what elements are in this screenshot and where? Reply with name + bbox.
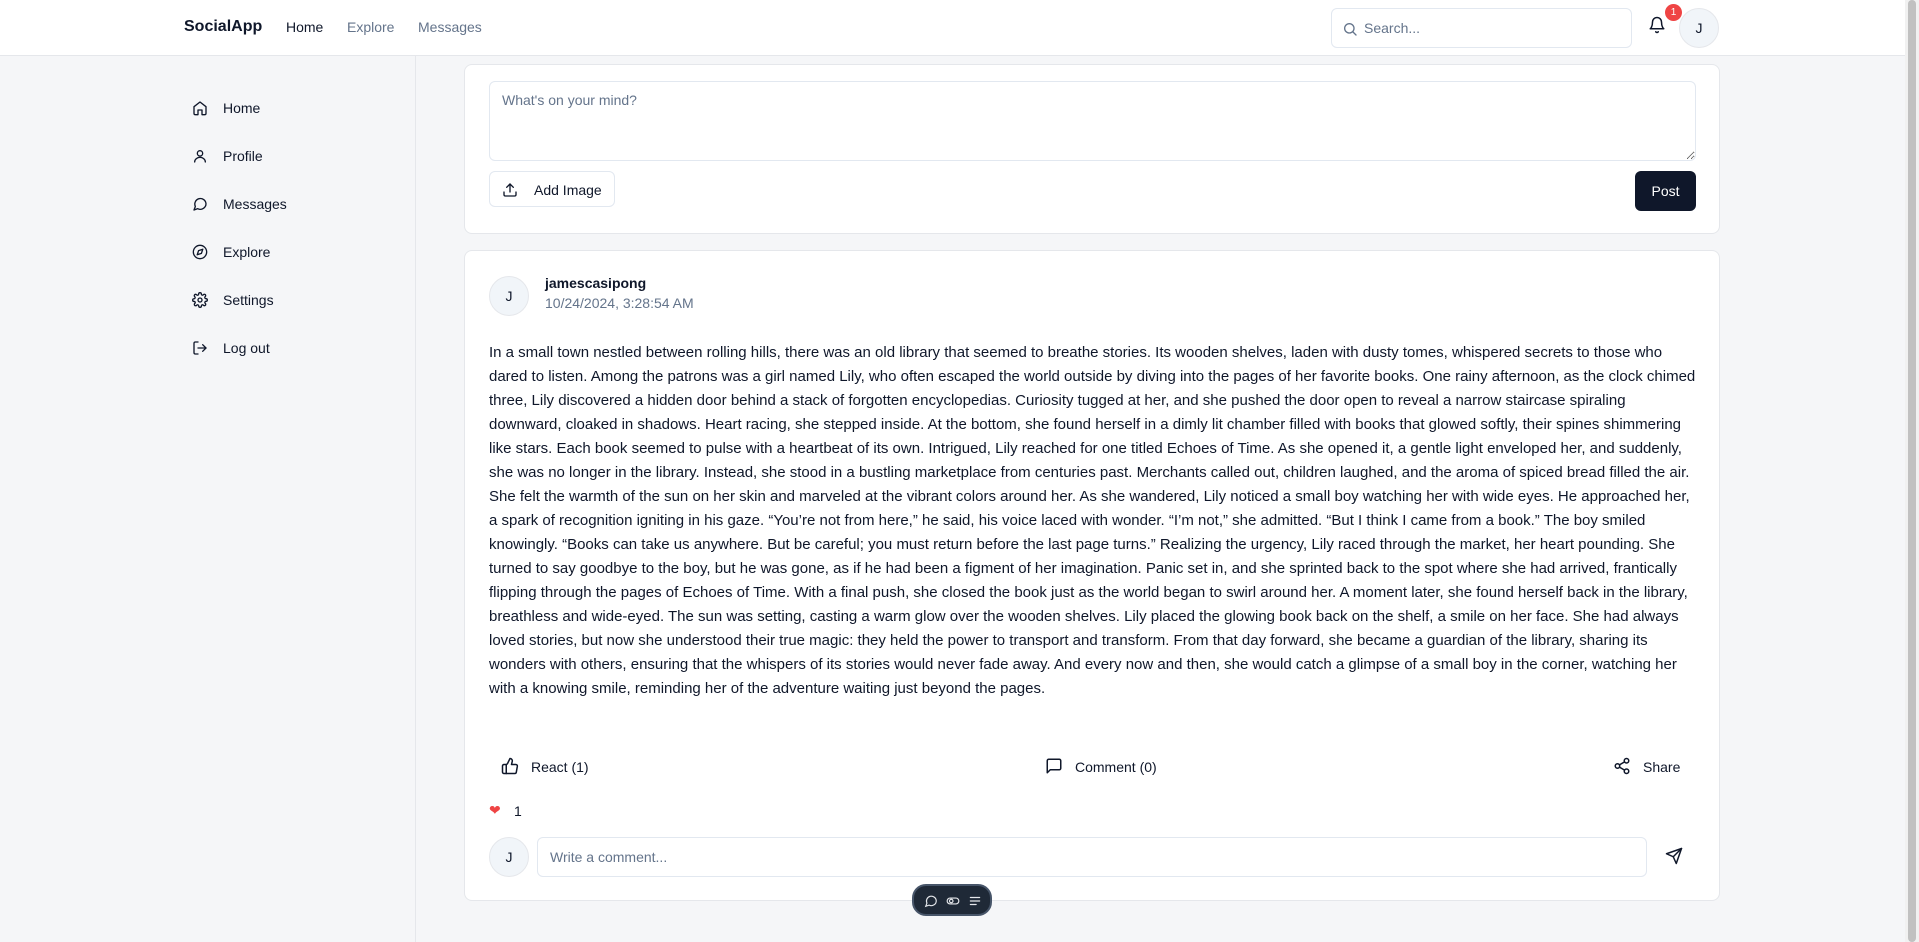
add-image-button[interactable]: Add Image <box>489 171 615 207</box>
sidebar-item-settings[interactable]: Settings <box>190 282 390 318</box>
floating-toolbar <box>912 884 992 916</box>
sidebar-item-label: Profile <box>223 148 263 164</box>
post-body: In a small town nestled between rolling … <box>489 344 1696 697</box>
sidebar-item-label: Settings <box>223 292 274 308</box>
post-textarea[interactable] <box>489 81 1696 161</box>
compass-icon <box>192 244 208 260</box>
toggle-icon[interactable] <box>946 894 960 913</box>
author-avatar[interactable]: J <box>489 276 529 316</box>
sidebar-item-label: Log out <box>223 340 270 356</box>
search-box <box>1331 8 1632 48</box>
send-icon <box>1665 847 1683 865</box>
bell-icon <box>1649 16 1665 34</box>
share-button[interactable]: Share <box>1613 751 1693 783</box>
sidebar-item-logout[interactable]: Log out <box>190 330 390 366</box>
chat-bubble-icon[interactable] <box>924 894 938 913</box>
sidebar: Home Profile Messages Explore Settings L… <box>0 56 416 942</box>
upload-icon <box>503 183 517 197</box>
sidebar-item-messages[interactable]: Messages <box>190 186 390 222</box>
scrollbar-thumb[interactable] <box>1908 0 1916 942</box>
add-image-label: Add Image <box>534 182 602 198</box>
react-button[interactable]: React (1) <box>501 751 611 783</box>
user-icon <box>194 150 206 163</box>
nav-messages-link[interactable]: Messages <box>418 19 482 35</box>
log-out-icon <box>193 341 207 355</box>
sidebar-item-home[interactable]: Home <box>190 90 390 126</box>
brand-logo[interactable]: SocialApp <box>184 18 262 36</box>
thumbs-up-icon <box>501 757 519 775</box>
post-button[interactable]: Post <box>1635 171 1696 211</box>
top-navbar: SocialApp Home Explore Messages 1 J <box>0 0 1905 56</box>
share-icon <box>1614 757 1630 775</box>
search-icon <box>1342 21 1358 42</box>
search-input[interactable] <box>1364 18 1624 38</box>
comment-button[interactable]: Comment (0) <box>1045 751 1175 783</box>
post-card: J jamescasipong 10/24/2024, 3:28:54 AM I… <box>464 250 1720 901</box>
share-label: Share <box>1643 759 1681 775</box>
nav-explore-link[interactable]: Explore <box>347 19 394 35</box>
sidebar-item-label: Explore <box>223 244 271 260</box>
post-timestamp: 10/24/2024, 3:28:54 AM <box>545 295 694 311</box>
send-comment-button[interactable] <box>1665 847 1683 870</box>
post-author[interactable]: jamescasipong <box>545 275 646 291</box>
post-composer: Add Image Post <box>464 64 1720 234</box>
comment-label: Comment (0) <box>1075 759 1157 775</box>
commenter-avatar: J <box>489 837 529 877</box>
home-icon <box>193 101 207 116</box>
message-circle-icon <box>193 197 207 211</box>
sidebar-item-label: Messages <box>223 196 287 212</box>
sliders-icon[interactable] <box>968 894 982 913</box>
heart-icon: ❤ <box>489 802 501 818</box>
reaction-count: 1 <box>514 803 522 819</box>
notification-count-badge: 1 <box>1665 4 1682 21</box>
user-avatar[interactable]: J <box>1679 8 1719 48</box>
comment-input[interactable] <box>537 837 1647 877</box>
comment-icon <box>1046 758 1062 774</box>
react-label: React (1) <box>531 759 589 775</box>
gear-icon <box>192 292 208 308</box>
sidebar-item-explore[interactable]: Explore <box>190 234 390 270</box>
sidebar-item-label: Home <box>223 100 261 116</box>
nav-home-link[interactable]: Home <box>286 19 323 35</box>
sidebar-item-profile[interactable]: Profile <box>190 138 390 174</box>
